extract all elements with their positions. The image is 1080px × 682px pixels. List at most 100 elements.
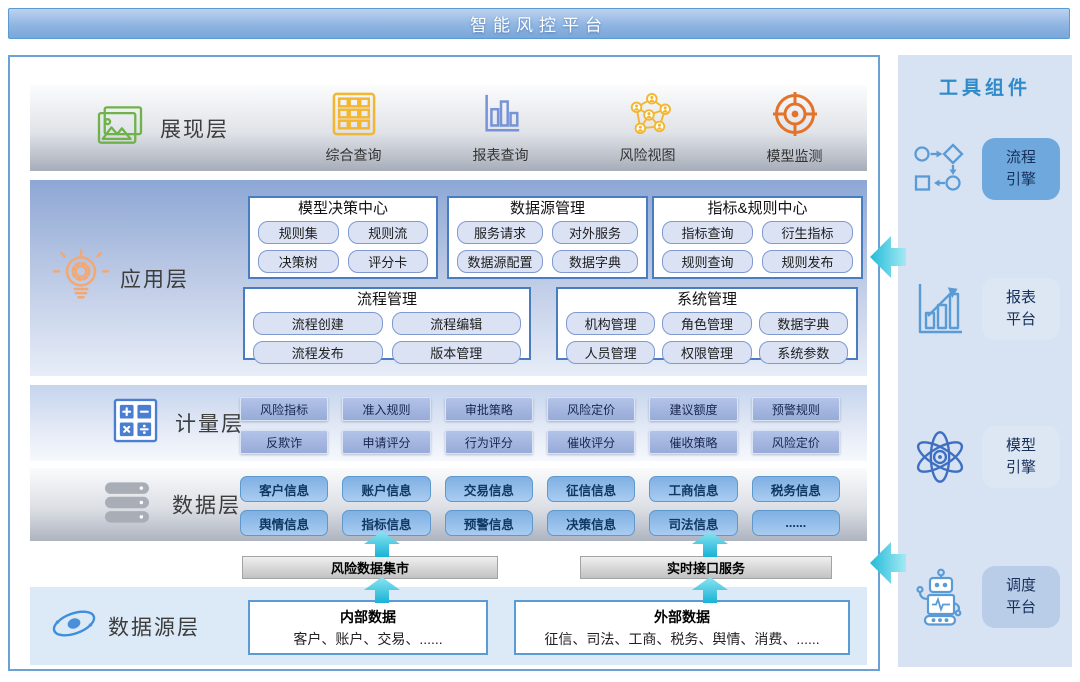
measurement-chip[interactable]: 审批策略 bbox=[445, 397, 533, 421]
app-module-chip[interactable]: 衍生指标 bbox=[762, 221, 853, 244]
app-module-chip[interactable]: 规则查询 bbox=[662, 250, 753, 273]
up-arrow-icon bbox=[364, 531, 400, 557]
presentation-item-label: 综合查询 bbox=[326, 145, 382, 165]
data-chip[interactable]: 预警信息 bbox=[445, 510, 533, 536]
external-data-box[interactable]: 外部数据 征信、司法、工商、税务、舆情、消费、...... bbox=[514, 600, 850, 655]
data-chip[interactable]: 交易信息 bbox=[445, 476, 533, 502]
data-chip[interactable]: 账户信息 bbox=[342, 476, 430, 502]
tool-box-model-engine[interactable]: 模型引擎 bbox=[982, 426, 1060, 488]
network-icon bbox=[625, 92, 671, 141]
app-module-chip[interactable]: 数据源配置 bbox=[457, 250, 543, 273]
risk-data-mart-bar[interactable]: 风险数据集市 bbox=[242, 556, 498, 579]
measurement-chip[interactable]: 行为评分 bbox=[445, 430, 533, 454]
tool-item-report-platform: 报表平台 bbox=[898, 276, 1072, 342]
galaxy-icon bbox=[50, 603, 98, 650]
tools-sidebar: 工具组件 流程引擎 报表平台 bbox=[898, 55, 1072, 667]
data-layer-head: 数据层 bbox=[102, 480, 241, 529]
external-data-title: 外部数据 bbox=[654, 607, 710, 627]
measurement-chip[interactable]: 催收评分 bbox=[547, 430, 635, 454]
app-module-chip[interactable]: 评分卡 bbox=[348, 250, 429, 273]
measurement-layer-label: 计量层 bbox=[175, 408, 244, 438]
app-module-chip[interactable]: 规则集 bbox=[258, 221, 339, 244]
calculator-icon bbox=[113, 398, 158, 448]
app-module-chip[interactable]: 规则流 bbox=[348, 221, 429, 244]
group-title: 数据源管理 bbox=[449, 200, 646, 218]
app-module-chip[interactable]: 角色管理 bbox=[662, 312, 751, 335]
app-module-chip[interactable]: 系统参数 bbox=[759, 341, 848, 364]
measurement-chip[interactable]: 风险指标 bbox=[240, 397, 328, 421]
tool-item-schedule-platform: 调度平台 bbox=[898, 564, 1072, 630]
tool-box-schedule-platform[interactable]: 调度平台 bbox=[982, 566, 1060, 628]
presentation-item-model-monitor[interactable]: 模型监测 bbox=[721, 85, 868, 171]
measurement-chip[interactable]: 催收策略 bbox=[649, 430, 737, 454]
app-module-chip[interactable]: 指标查询 bbox=[662, 221, 753, 244]
datasource-layer-label: 数据源层 bbox=[108, 611, 200, 641]
external-data-desc: 征信、司法、工商、税务、舆情、消费、...... bbox=[544, 629, 819, 649]
measurement-chip[interactable]: 风险定价 bbox=[752, 430, 840, 454]
main-panel: 展现层 综合查询 bbox=[8, 55, 880, 671]
bar-chart-growth-icon bbox=[910, 282, 970, 336]
group-process-management: 流程管理 流程创建流程编辑流程发布版本管理 bbox=[243, 287, 531, 360]
app-module-chip[interactable]: 流程创建 bbox=[253, 312, 383, 335]
application-layer-head: 应用层 bbox=[52, 249, 189, 308]
group-title: 模型决策中心 bbox=[250, 200, 436, 218]
measurement-chip[interactable]: 风险定价 bbox=[547, 397, 635, 421]
app-module-chip[interactable]: 版本管理 bbox=[392, 341, 522, 364]
measurement-chip[interactable]: 反欺诈 bbox=[240, 430, 328, 454]
presentation-items: 综合查询 报表查询 bbox=[280, 85, 868, 171]
group-buttons: 规则集规则流决策树评分卡 bbox=[250, 218, 436, 273]
database-icon bbox=[102, 480, 152, 529]
data-chip[interactable]: 税务信息 bbox=[752, 476, 840, 502]
measurement-layer-row: 计量层 风险指标准入规则审批策略风险定价建议额度预警规则反欺诈申请评分行为评分催… bbox=[30, 385, 867, 461]
internal-data-desc: 客户、账户、交易、...... bbox=[293, 629, 442, 649]
tool-item-process-engine: 流程引擎 bbox=[898, 136, 1072, 202]
page-title: 智能风控平台 bbox=[8, 8, 1070, 39]
tools-sidebar-title: 工具组件 bbox=[898, 73, 1072, 100]
bulb-gear-icon bbox=[52, 249, 110, 308]
up-arrow-icon bbox=[364, 577, 400, 603]
app-module-chip[interactable]: 规则发布 bbox=[762, 250, 853, 273]
data-chip[interactable]: 客户信息 bbox=[240, 476, 328, 502]
app-module-chip[interactable]: 数据字典 bbox=[552, 250, 638, 273]
data-chip[interactable]: 决策信息 bbox=[547, 510, 635, 536]
measurement-chip[interactable]: 准入规则 bbox=[342, 397, 430, 421]
tool-box-report-platform[interactable]: 报表平台 bbox=[982, 278, 1060, 340]
data-chip[interactable]: 征信信息 bbox=[547, 476, 635, 502]
app-module-chip[interactable]: 人员管理 bbox=[566, 341, 655, 364]
presentation-item-risk-view[interactable]: 风险视图 bbox=[574, 85, 721, 171]
app-module-chip[interactable]: 数据字典 bbox=[759, 312, 848, 335]
robot-icon bbox=[910, 568, 970, 626]
data-layer-label: 数据层 bbox=[172, 490, 241, 520]
internal-data-box[interactable]: 内部数据 客户、账户、交易、...... bbox=[248, 600, 488, 655]
risk-platform-diagram: 智能风控平台 展现层 bbox=[0, 0, 1080, 682]
presentation-item-report-query[interactable]: 报表查询 bbox=[427, 85, 574, 171]
grid-icon bbox=[332, 92, 376, 141]
left-arrow-icon bbox=[870, 537, 906, 589]
app-module-chip[interactable]: 对外服务 bbox=[552, 221, 638, 244]
app-module-chip[interactable]: 服务请求 bbox=[457, 221, 543, 244]
app-module-chip[interactable]: 决策树 bbox=[258, 250, 339, 273]
measurement-chip[interactable]: 申请评分 bbox=[342, 430, 430, 454]
presentation-layer-label: 展现层 bbox=[160, 113, 229, 143]
realtime-interface-bar[interactable]: 实时接口服务 bbox=[580, 556, 832, 579]
data-layer-row: 数据层 客户信息账户信息交易信息征信信息工商信息税务信息舆情信息指标信息预警信息… bbox=[30, 468, 867, 541]
app-module-chip[interactable]: 流程编辑 bbox=[392, 312, 522, 335]
measurement-chip[interactable]: 预警规则 bbox=[752, 397, 840, 421]
app-module-chip[interactable]: 权限管理 bbox=[662, 341, 751, 364]
group-title: 系统管理 bbox=[558, 291, 856, 309]
tool-box-process-engine[interactable]: 流程引擎 bbox=[982, 138, 1060, 200]
data-chip[interactable]: 舆情信息 bbox=[240, 510, 328, 536]
app-module-chip[interactable]: 流程发布 bbox=[253, 341, 383, 364]
left-arrow-icon bbox=[870, 231, 906, 283]
presentation-item-integrated-query[interactable]: 综合查询 bbox=[280, 85, 427, 171]
application-layer-section: 应用层 模型决策中心 规则集规则流决策树评分卡 数据源管理 服务请求对外服务数据… bbox=[30, 180, 867, 376]
presentation-item-label: 报表查询 bbox=[473, 145, 529, 165]
presentation-layer-head: 展现层 bbox=[96, 105, 229, 152]
gallery-icon bbox=[96, 105, 144, 152]
flowchart-icon bbox=[910, 143, 970, 195]
data-chip[interactable]: 工商信息 bbox=[649, 476, 737, 502]
app-module-chip[interactable]: 机构管理 bbox=[566, 312, 655, 335]
measurement-chip[interactable]: 建议额度 bbox=[649, 397, 737, 421]
internal-data-title: 内部数据 bbox=[340, 607, 396, 627]
data-chip[interactable]: ...... bbox=[752, 510, 840, 536]
